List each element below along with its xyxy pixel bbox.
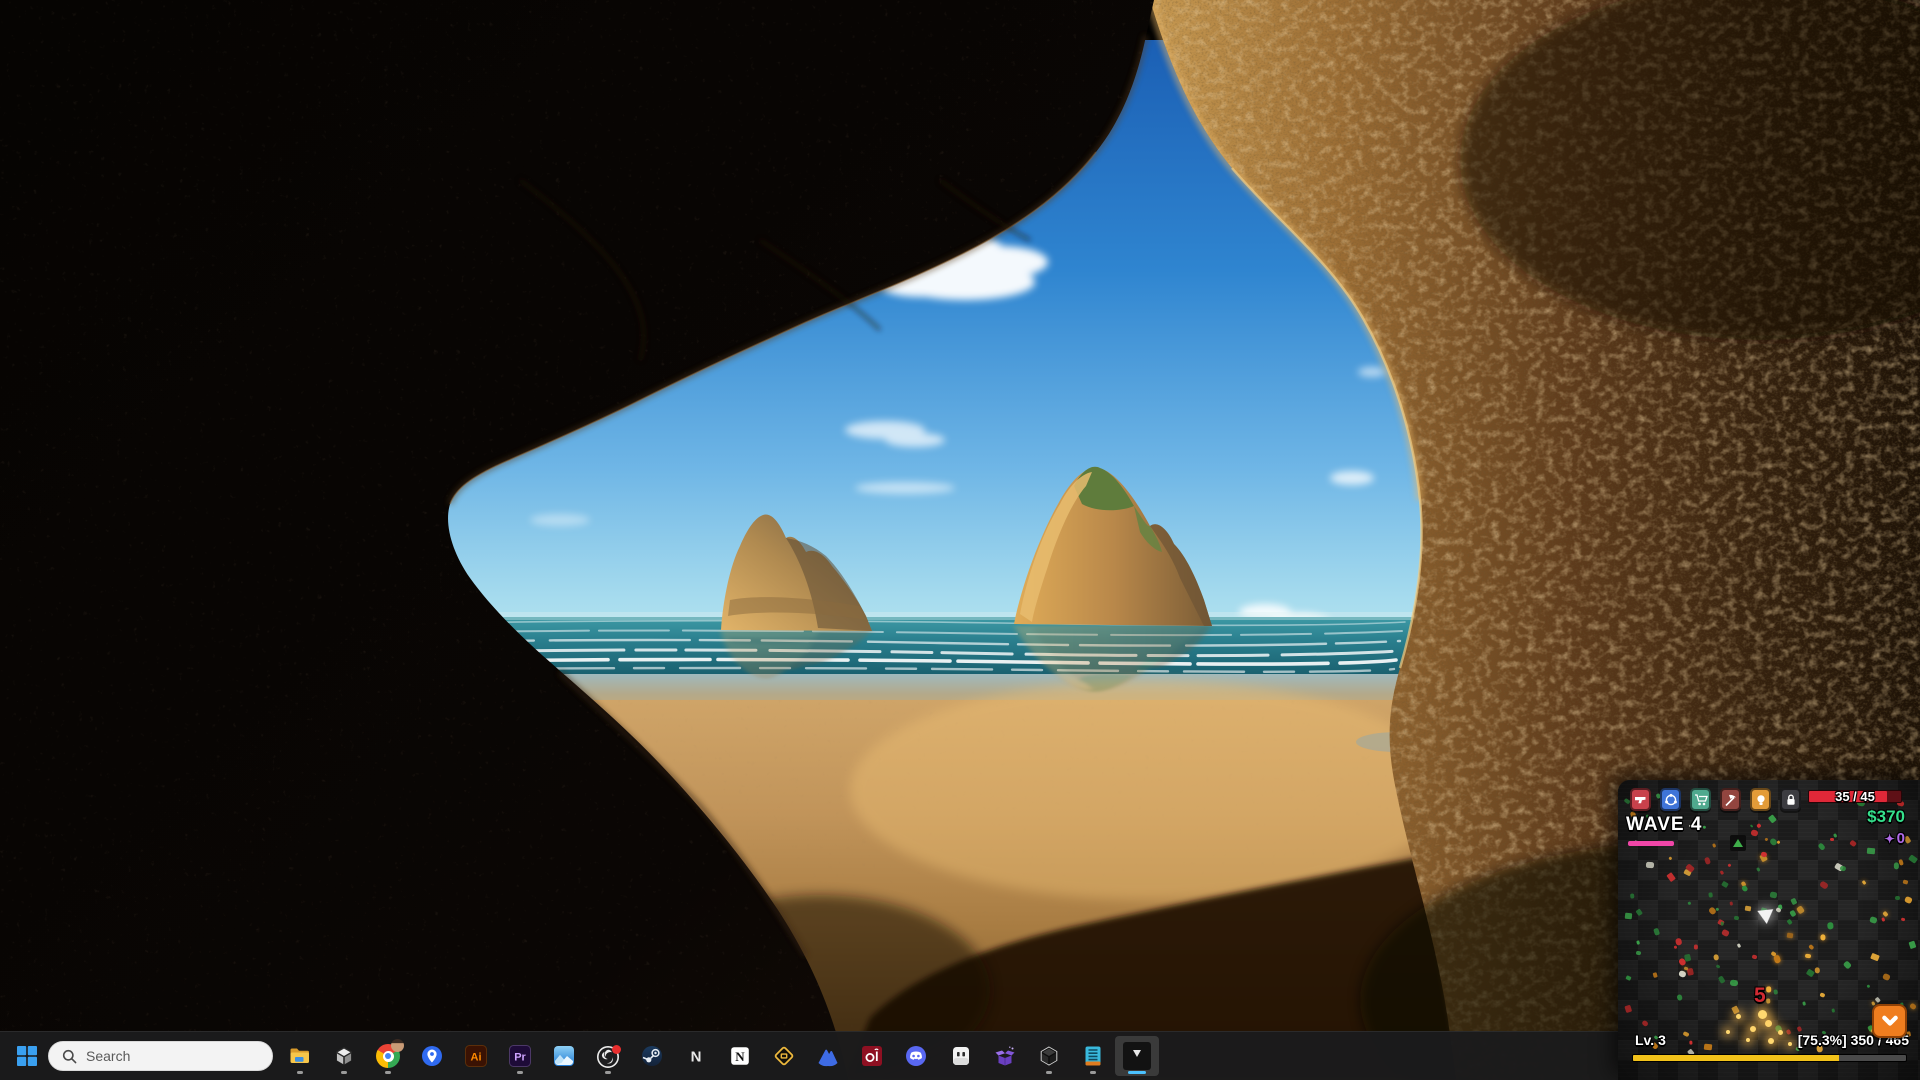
- game-window[interactable]: 5 WAVE 4 35 / 45 $370 ✦0 Lv. 3 [75.3%] 3…: [1618, 780, 1920, 1080]
- wave-progress-bar: [1628, 841, 1674, 846]
- windows-logo-icon: [17, 1046, 37, 1066]
- taskbar-unity-editor-button[interactable]: [1029, 1036, 1069, 1076]
- svg-text:Ai: Ai: [471, 1052, 482, 1064]
- record-app-icon: [860, 1044, 884, 1068]
- damage-number: 5: [1754, 984, 1766, 1008]
- game-orbit-button[interactable]: [1660, 788, 1681, 811]
- maps-icon: [420, 1044, 444, 1068]
- taskbar-file-explorer-button[interactable]: [280, 1036, 320, 1076]
- start-button[interactable]: [8, 1036, 46, 1076]
- unity-editor-icon: [1037, 1044, 1061, 1068]
- gems-label: ✦0: [1885, 830, 1905, 847]
- desktop: Search Ai Pr N N 5 WAVE 4 35 / 45 $370 ✦0 L…: [0, 0, 1920, 1080]
- taskbar-n-app-button[interactable]: N: [676, 1036, 716, 1076]
- svg-text:Pr: Pr: [514, 1052, 526, 1064]
- unity-hub-icon: [332, 1044, 356, 1068]
- diamond-app-icon: [772, 1044, 796, 1068]
- xp-bar-fill: [1633, 1055, 1839, 1061]
- player-character: [1757, 909, 1774, 925]
- gem-value: 0: [1897, 830, 1905, 847]
- taskbar-notion-button[interactable]: N: [720, 1036, 760, 1076]
- box-app-icon: [993, 1044, 1017, 1068]
- photos-icon: [552, 1044, 576, 1068]
- taskbar-unity-hub-button[interactable]: [324, 1036, 364, 1076]
- game-weapon-button[interactable]: [1630, 788, 1651, 811]
- taskbar-photos-button[interactable]: [544, 1036, 584, 1076]
- plug-app-icon: [949, 1044, 973, 1068]
- search-icon: [62, 1049, 77, 1064]
- taskbar-plug-app-button[interactable]: [941, 1036, 981, 1076]
- game-shop-button[interactable]: [1690, 788, 1711, 811]
- hp-bar: 35 / 45: [1808, 790, 1902, 803]
- game-pickaxe-button[interactable]: [1720, 788, 1741, 811]
- illustrator-icon: Ai: [464, 1044, 488, 1068]
- taskbar-nordvpn-button[interactable]: [808, 1036, 848, 1076]
- running-indicator: [385, 1071, 391, 1074]
- notion-icon: N: [728, 1044, 752, 1068]
- wave-label: WAVE 4: [1626, 814, 1702, 836]
- taskbar-record-app-button[interactable]: [852, 1036, 892, 1076]
- running-indicator: [1090, 1071, 1096, 1074]
- notes-app-icon: [1081, 1044, 1105, 1068]
- chevron-down-icon: [1880, 1011, 1900, 1031]
- gem-star-icon: ✦: [1885, 832, 1895, 846]
- discord-icon: [904, 1044, 928, 1068]
- file-explorer-icon: [288, 1044, 312, 1068]
- taskbar-notes-app-button[interactable]: [1073, 1036, 1113, 1076]
- taskbar-game-window-button[interactable]: [1115, 1036, 1159, 1076]
- taskbar-box-app-button[interactable]: [985, 1036, 1025, 1076]
- money-label: $370: [1867, 807, 1905, 827]
- taskbar-chrome-button[interactable]: [368, 1036, 408, 1076]
- obs-studio-icon: [596, 1044, 620, 1068]
- svg-text:N: N: [691, 1049, 702, 1066]
- search-placeholder: Search: [86, 1048, 130, 1064]
- game-idea-button[interactable]: [1750, 788, 1771, 811]
- running-indicator: [517, 1071, 523, 1074]
- taskbar-steam-button[interactable]: [632, 1036, 672, 1076]
- svg-text:N: N: [735, 1049, 745, 1064]
- nordvpn-icon: [816, 1044, 840, 1068]
- taskbar-illustrator-button[interactable]: Ai: [456, 1036, 496, 1076]
- game-thumbnail-icon: [1123, 1042, 1151, 1070]
- game-toolbar: [1630, 788, 1801, 811]
- running-indicator: [605, 1071, 611, 1074]
- taskbar-discord-button[interactable]: [896, 1036, 936, 1076]
- xp-bar: [1632, 1054, 1907, 1062]
- running-indicator: [297, 1071, 303, 1074]
- search-input[interactable]: Search: [48, 1041, 273, 1071]
- n-app-icon: N: [684, 1044, 708, 1068]
- minimize-hud-button[interactable]: [1872, 1004, 1907, 1038]
- taskbar-diamond-app-button[interactable]: [764, 1036, 804, 1076]
- taskbar-obs-studio-button[interactable]: [588, 1036, 628, 1076]
- active-window-indicator: [1128, 1071, 1146, 1074]
- running-indicator: [1046, 1071, 1052, 1074]
- spawn-marker-icon: [1730, 835, 1746, 851]
- taskbar-premiere-button[interactable]: Pr: [500, 1036, 540, 1076]
- chrome-icon: [376, 1044, 400, 1068]
- premiere-icon: Pr: [508, 1044, 532, 1068]
- level-label: Lv. 3: [1635, 1032, 1666, 1048]
- running-indicator: [341, 1071, 347, 1074]
- game-lock-button[interactable]: [1780, 788, 1801, 811]
- steam-icon: [640, 1044, 664, 1068]
- hp-text: 35 / 45: [1809, 789, 1901, 804]
- taskbar-maps-button[interactable]: [412, 1036, 452, 1076]
